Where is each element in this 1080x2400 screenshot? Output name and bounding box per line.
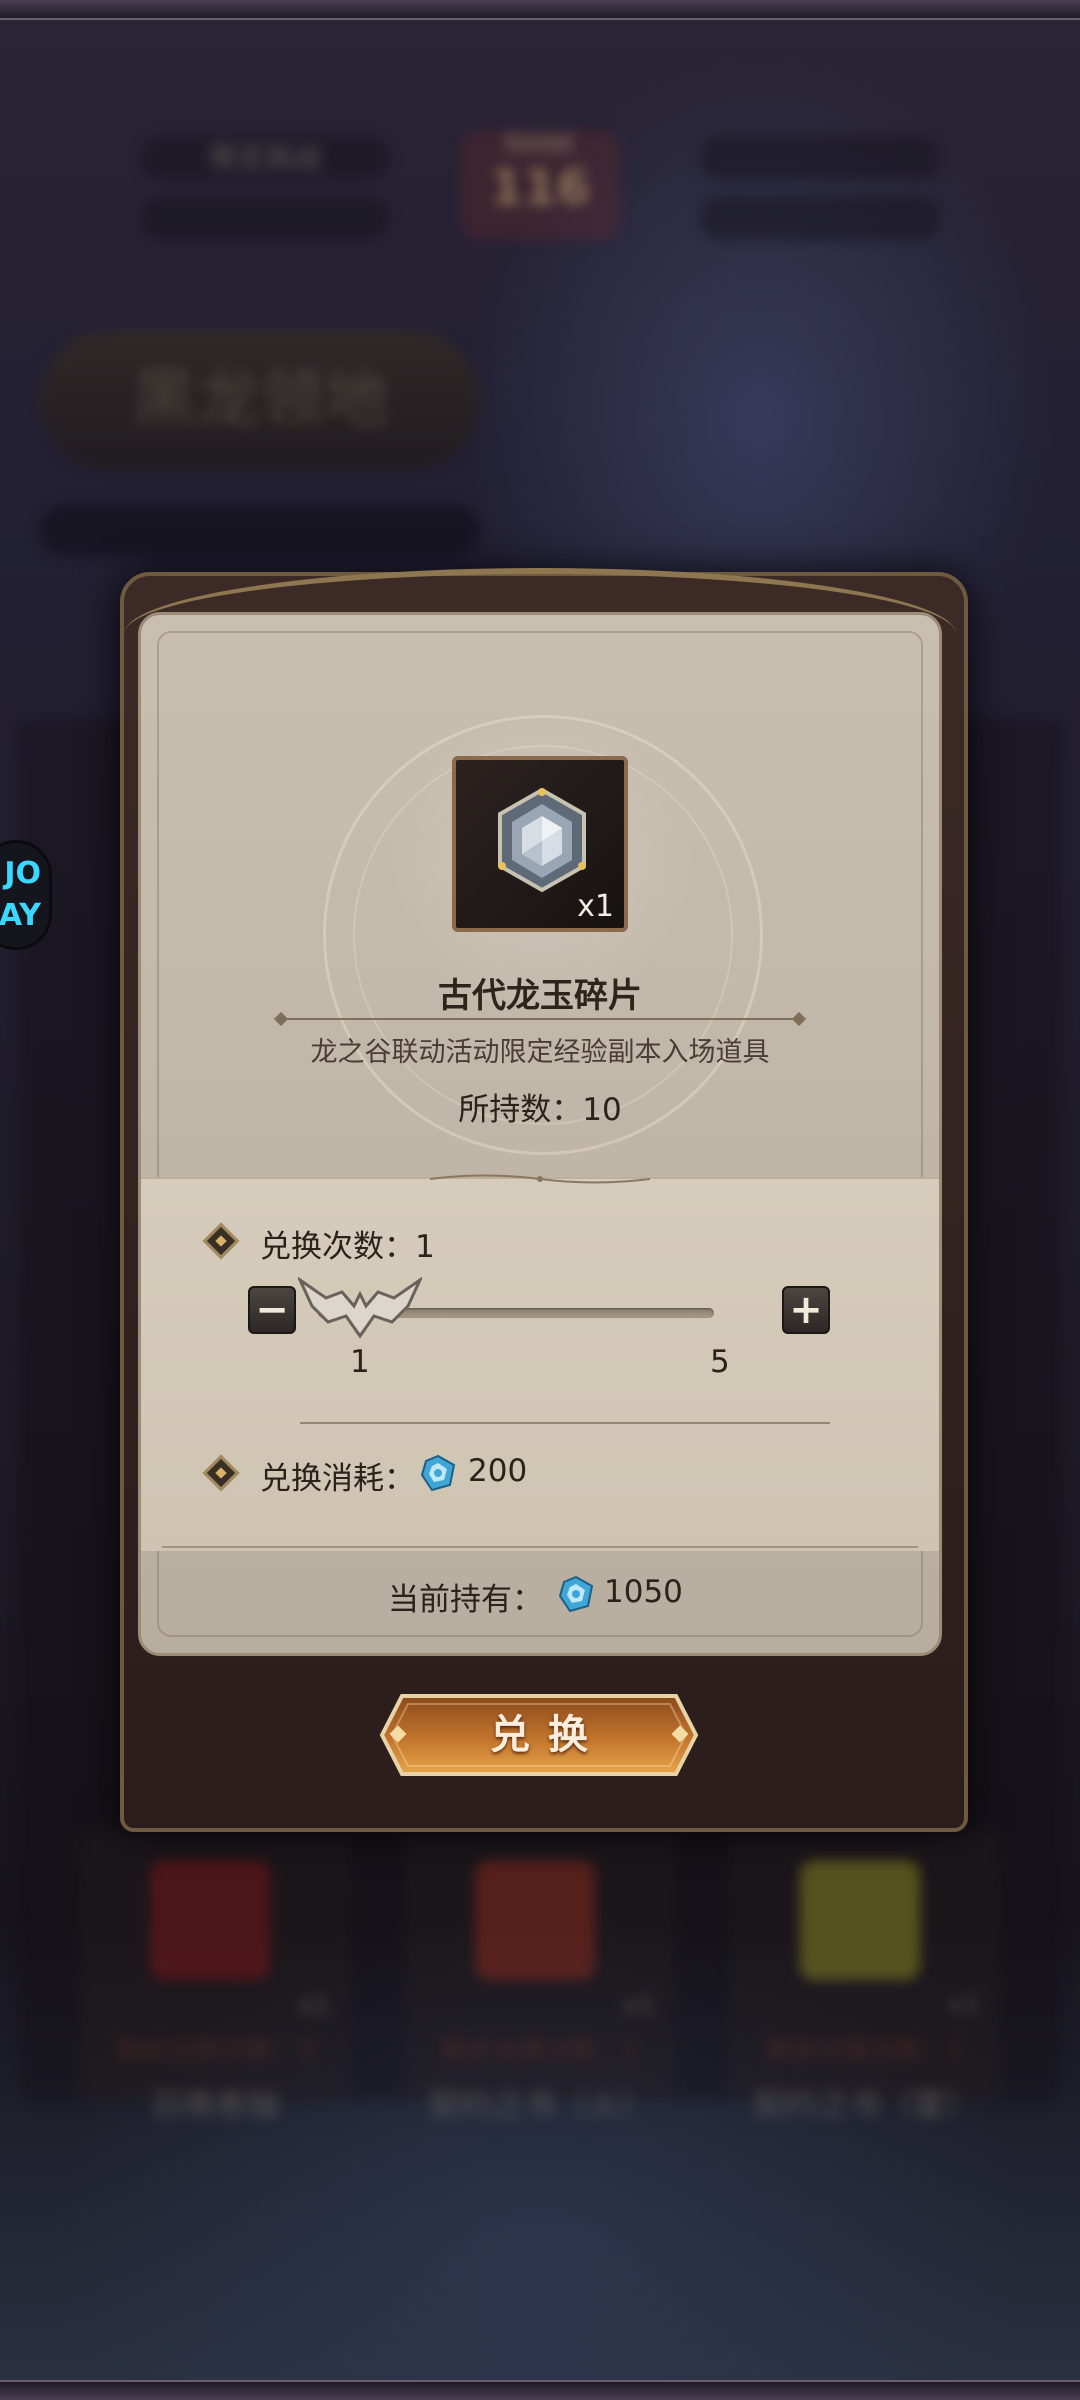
name-divider (282, 1018, 798, 1020)
floating-side-badge-icon[interactable]: JO AY (0, 840, 52, 950)
region-title: 黑龙领地 (40, 330, 480, 470)
card-remaining: 剩余兑换次数：5 (115, 2036, 315, 2066)
card-remaining: 剩余兑换次数：1 (765, 2036, 965, 2066)
item-icon-frame: x1 (452, 756, 628, 932)
exchange-button[interactable]: 兑换 (378, 1692, 700, 1778)
current-held-amount: 1050 (604, 1574, 683, 1610)
settings-divider (300, 1422, 830, 1424)
exchange-button-label: 兑换 (490, 1712, 606, 1758)
section-divider-ornament (430, 1174, 650, 1184)
screen-bottom-border (0, 2380, 1080, 2400)
decrease-button[interactable]: − (248, 1286, 296, 1334)
card-quantity: x1 (623, 1990, 655, 2020)
shop-card: x1 剩余兑换次数：1 契约之书（雷） (730, 1830, 1000, 2124)
blue-crystal-icon (420, 1455, 456, 1491)
item-name: 古代龙玉碎片 (438, 976, 642, 1016)
region-progress-bar (40, 505, 480, 555)
rank-value: 116 (489, 160, 591, 216)
item-quantity: x1 (577, 889, 614, 924)
card-name: 契约之书（火） (427, 2086, 652, 2124)
summon-scroll-icon (150, 1860, 270, 1980)
background-pill-4 (700, 196, 940, 240)
cost-label: 兑换消耗： (260, 1461, 415, 1497)
slider-thumb-bat-icon[interactable] (298, 1276, 422, 1344)
blue-crystal-icon (558, 1576, 594, 1612)
screen-top-border (0, 0, 1080, 20)
dragon-jade-shard-icon (498, 787, 586, 893)
card-name: 召唤卷轴 (150, 2086, 279, 2124)
current-held-label: 当前持有： (388, 1582, 543, 1618)
card-remaining: 剩余兑换次数：1 (440, 2036, 640, 2066)
thunder-contract-book-icon (800, 1860, 920, 1980)
cost-amount: 200 (468, 1453, 528, 1489)
background-pill-2 (140, 196, 390, 240)
slider-max-label: 5 (710, 1344, 730, 1380)
shop-card: x1 剩余兑换次数：1 契约之书（火） (405, 1830, 675, 2124)
rank-label: RANK (504, 130, 576, 160)
exchange-count-label: 兑换次数：1 (260, 1229, 435, 1265)
card-quantity: x1 (948, 1990, 980, 2020)
card-name: 契约之书（雷） (752, 2086, 977, 2124)
shop-card: x1 剩余兑换次数：5 召唤卷轴 (80, 1830, 350, 2124)
fire-contract-book-icon (475, 1860, 595, 1980)
background-pill-3 (700, 136, 940, 180)
background-pill: 限定挑战 (140, 136, 390, 180)
card-quantity: x1 (298, 1990, 330, 2020)
owned-count: 所持数：10 (458, 1092, 622, 1128)
rank-badge: RANK 116 (460, 130, 620, 240)
slider-min-label: 1 (350, 1344, 370, 1380)
increase-button[interactable]: + (782, 1286, 830, 1334)
item-description: 龙之谷联动活动限定经验副本入场道具 (310, 1037, 770, 1068)
